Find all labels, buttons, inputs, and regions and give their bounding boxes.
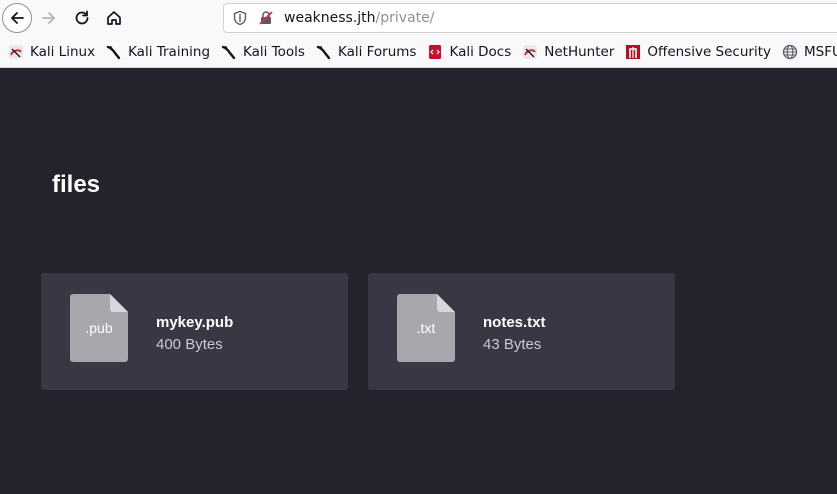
back-button[interactable] bbox=[2, 3, 32, 33]
home-button[interactable] bbox=[99, 3, 129, 33]
kali-dragon-icon bbox=[221, 45, 236, 60]
page-title: files bbox=[52, 171, 101, 198]
offsec-icon bbox=[626, 45, 641, 59]
bookmark-label: Offensive Security bbox=[647, 44, 771, 60]
url-path: /private/ bbox=[375, 10, 435, 26]
file-card-mykey[interactable]: .pub mykey.pub 400 Bytes bbox=[41, 273, 348, 390]
bookmark-kali-docs[interactable]: Kali Docs bbox=[427, 44, 511, 60]
url-host: weakness.jth bbox=[284, 10, 376, 26]
file-extension: .txt bbox=[416, 320, 436, 336]
file-size: 43 Bytes bbox=[483, 336, 542, 353]
bookmark-label: Kali Docs bbox=[449, 44, 512, 60]
file-size: 400 Bytes bbox=[156, 336, 223, 353]
insecure-lock-icon[interactable] bbox=[258, 10, 274, 26]
bookmark-label: Kali Tools bbox=[243, 44, 305, 60]
nethunter-icon bbox=[523, 45, 538, 59]
url-text[interactable]: weakness.jth/private/ bbox=[284, 10, 434, 26]
home-icon bbox=[107, 11, 121, 25]
bookmarks-toolbar: Kali Linux Kali Training Kali Tools Kali… bbox=[0, 38, 837, 66]
bookmark-offensive-security[interactable]: Offensive Security bbox=[625, 44, 771, 60]
bookmark-kali-tools[interactable]: Kali Tools bbox=[221, 44, 305, 60]
kali-dragon-icon bbox=[316, 45, 331, 60]
reload-button[interactable] bbox=[67, 3, 97, 33]
kali-linux-icon bbox=[9, 45, 23, 59]
forward-button[interactable] bbox=[34, 3, 64, 33]
file-name[interactable]: notes.txt bbox=[483, 314, 546, 331]
bookmark-kali-forums[interactable]: Kali Forums bbox=[316, 44, 417, 60]
tracking-shield-icon[interactable] bbox=[232, 10, 248, 26]
file-name[interactable]: mykey.pub bbox=[156, 314, 233, 331]
bookmark-label: NetHunter bbox=[544, 44, 615, 60]
bookmark-label: MSFU bbox=[804, 44, 837, 60]
navigation-toolbar: weakness.jth/private/ bbox=[0, 0, 837, 36]
bookmark-label: Kali Training bbox=[128, 44, 211, 60]
bookmark-kali-training[interactable]: Kali Training bbox=[106, 44, 210, 60]
bookmark-nethunter[interactable]: NetHunter bbox=[522, 44, 614, 60]
bookmark-label: Kali Forums bbox=[337, 44, 417, 60]
bookmark-label: Kali Linux bbox=[30, 44, 96, 60]
kali-dragon-icon bbox=[106, 45, 121, 60]
globe-icon bbox=[782, 44, 798, 60]
back-arrow-icon bbox=[11, 12, 24, 24]
kali-docs-icon bbox=[429, 45, 442, 59]
file-card-notes[interactable]: .txt notes.txt 43 Bytes bbox=[368, 273, 675, 390]
reload-icon bbox=[75, 10, 89, 25]
address-bar[interactable]: weakness.jth/private/ bbox=[223, 3, 837, 33]
page-content: files .pub mykey.pub 400 Bytes .txt note… bbox=[0, 68, 837, 494]
bookmark-msfu[interactable]: MSFU bbox=[782, 44, 837, 60]
forward-arrow-icon bbox=[42, 12, 55, 24]
browser-chrome: weakness.jth/private/ Kali Linux Kali Tr… bbox=[0, 0, 837, 68]
file-extension: .pub bbox=[85, 320, 113, 336]
bookmark-kali-linux[interactable]: Kali Linux bbox=[8, 44, 95, 60]
